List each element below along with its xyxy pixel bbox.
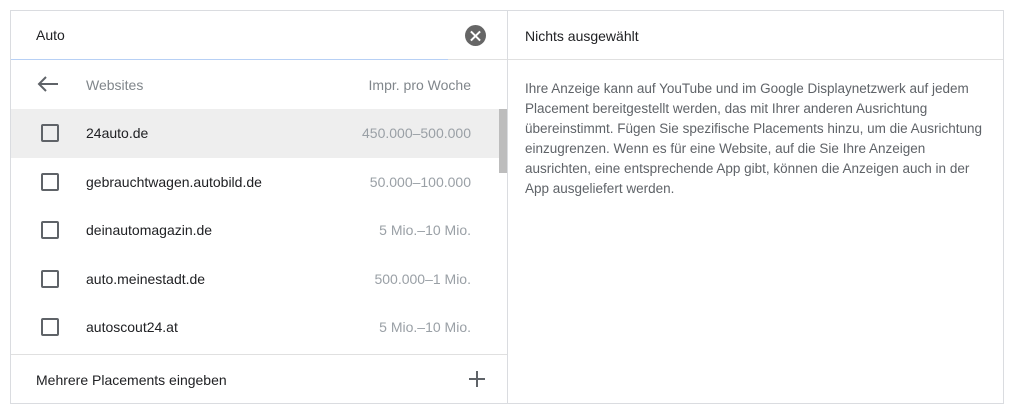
- row-checkbox[interactable]: [41, 269, 59, 288]
- search-bar: [11, 11, 507, 60]
- row-impressions: 450.000–500.000: [362, 125, 471, 141]
- row-site: autoscout24.at: [86, 319, 178, 335]
- row-checkbox[interactable]: [41, 318, 59, 336]
- row-impressions: 5 Mio.–10 Mio.: [379, 222, 471, 238]
- placement-browser-panel: Websites Impr. pro Woche 24auto.de 450.0…: [11, 11, 508, 403]
- row-impressions: 5 Mio.–10 Mio.: [379, 319, 471, 335]
- list-item[interactable]: deinautomagazin.de 5 Mio.–10 Mio.: [11, 206, 507, 255]
- list-scrollbar[interactable]: [499, 109, 507, 356]
- arrow-back-icon[interactable]: [36, 75, 60, 93]
- close-circle-icon[interactable]: [465, 25, 486, 46]
- row-checkbox[interactable]: [41, 221, 59, 239]
- selection-description: Ihre Anzeige kann auf YouTube und im Goo…: [525, 81, 982, 196]
- placement-selector: Websites Impr. pro Woche 24auto.de 450.0…: [10, 10, 1004, 404]
- selection-panel-header: Nichts ausgewählt: [508, 11, 1003, 60]
- selection-title: Nichts ausgewählt: [525, 28, 639, 44]
- row-impressions: 500.000–1 Mio.: [374, 270, 471, 287]
- list-column-header: Websites Impr. pro Woche: [11, 60, 507, 109]
- search-input[interactable]: [36, 25, 436, 45]
- row-site: deinautomagazin.de: [86, 222, 213, 238]
- placement-list: 24auto.de 450.000–500.000 gebrauchtwagen…: [11, 109, 507, 356]
- add-multiple-placements-button[interactable]: Mehrere Placements eingeben: [11, 354, 507, 403]
- plus-icon[interactable]: [469, 371, 485, 387]
- list-item[interactable]: 24auto.de 450.000–500.000: [11, 109, 507, 158]
- row-site: gebrauchtwagen.autobild.de: [86, 173, 262, 190]
- row-site: 24auto.de: [86, 125, 149, 141]
- add-multiple-placements-label: Mehrere Placements eingeben: [36, 372, 227, 388]
- row-checkbox[interactable]: [41, 172, 59, 191]
- selection-panel: Nichts ausgewählt Ihre Anzeige kann auf …: [508, 11, 1003, 403]
- scrollbar-thumb[interactable]: [499, 109, 507, 173]
- row-site: auto.meinestadt.de: [86, 270, 206, 287]
- list-item[interactable]: autoscout24.at 5 Mio.–10 Mio.: [11, 303, 507, 352]
- row-checkbox[interactable]: [41, 124, 59, 142]
- row-impressions: 50.000–100.000: [369, 173, 471, 190]
- column-label-websites: Websites: [86, 77, 144, 93]
- column-label-impressions: Impr. pro Woche: [368, 77, 471, 93]
- list-item[interactable]: gebrauchtwagen.autobild.de 50.000–100.00…: [11, 158, 507, 207]
- list-item[interactable]: auto.meinestadt.de 500.000–1 Mio.: [11, 255, 507, 304]
